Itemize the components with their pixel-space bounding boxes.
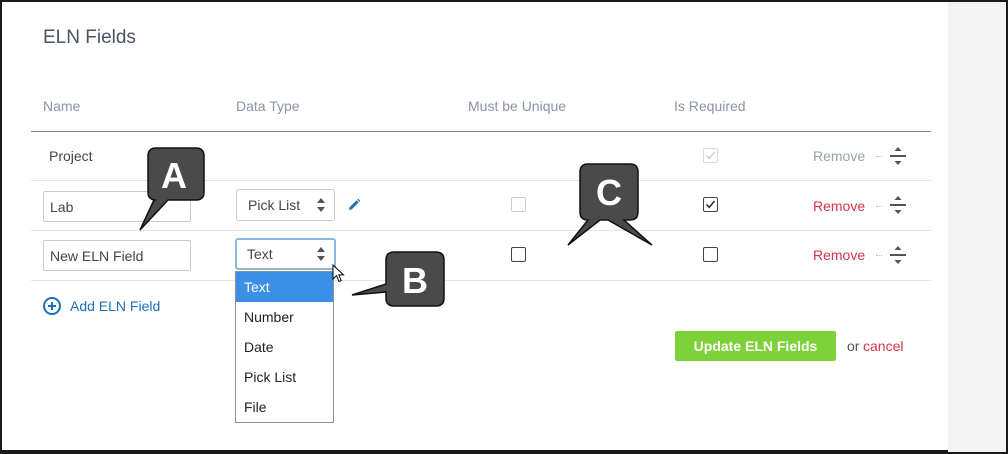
row-lab-data-type-select[interactable]: Pick List <box>236 189 335 221</box>
checkmark-icon <box>705 200 716 209</box>
drag-handle-icon[interactable] <box>890 245 906 265</box>
checkmark-icon <box>705 151 716 160</box>
column-header-name: Name <box>43 98 81 114</box>
dropdown-option-text[interactable]: Text <box>236 272 333 302</box>
plus-circle-icon <box>43 297 61 315</box>
column-header-must-be-unique: Must be Unique <box>468 98 567 114</box>
page-margin <box>948 2 1006 452</box>
header-divider <box>31 131 931 132</box>
pencil-icon[interactable] <box>347 198 361 212</box>
dropdown-option-date[interactable]: Date <box>236 332 333 362</box>
row-divider <box>31 230 931 231</box>
or-text: or <box>847 338 860 354</box>
separator-dots <box>876 156 882 157</box>
row-project-name: Project <box>49 148 93 164</box>
row-new-field-name-input[interactable] <box>43 240 191 271</box>
add-eln-field-link[interactable]: Add ELN Field <box>43 296 160 316</box>
column-header-data-type: Data Type <box>236 98 300 114</box>
row-project-remove-link: Remove <box>813 148 866 164</box>
drag-handle-icon[interactable] <box>890 146 906 166</box>
row-lab-data-type-value: Pick List <box>248 197 301 213</box>
row-new-field-data-type-value: Text <box>247 246 273 262</box>
page-title: ELN Fields <box>43 27 136 48</box>
row-new-field-remove-link[interactable]: Remove <box>813 247 865 263</box>
row-project-required-checkbox <box>703 148 718 163</box>
row-lab-unique-checkbox[interactable] <box>511 197 526 212</box>
select-arrows-icon <box>317 247 326 261</box>
callout-b-bubble <box>351 251 445 307</box>
mouse-cursor-icon <box>332 264 345 283</box>
row-new-field-required-checkbox[interactable] <box>703 247 718 262</box>
dropdown-option-number[interactable]: Number <box>236 302 333 332</box>
row-lab-remove-link[interactable]: Remove <box>813 198 865 214</box>
add-eln-field-label: Add ELN Field <box>70 298 161 314</box>
column-header-is-required: Is Required <box>674 98 746 114</box>
select-arrows-icon <box>317 198 326 212</box>
callout-c-label: C <box>596 172 622 213</box>
update-eln-fields-button[interactable]: Update ELN Fields <box>675 331 836 361</box>
annotation-callouts <box>139 147 653 307</box>
dropdown-option-pick-list[interactable]: Pick List <box>236 362 333 392</box>
row-divider <box>31 280 931 281</box>
row-new-field-unique-checkbox[interactable] <box>511 247 526 262</box>
row-lab-required-checkbox[interactable] <box>703 197 718 212</box>
row-new-field-data-type-select[interactable]: Text <box>235 238 336 270</box>
eln-fields-panel: ELN Fields Name Data Type Must be Unique… <box>0 0 1008 454</box>
drag-handle-icon[interactable] <box>890 195 906 215</box>
callout-a-label: A <box>161 155 187 196</box>
data-type-dropdown-list[interactable]: Text Number Date Pick List File <box>235 271 334 423</box>
separator-dots <box>876 206 882 207</box>
separator-dots <box>876 255 882 256</box>
cancel-link[interactable]: cancel <box>863 338 903 354</box>
callout-b-label: B <box>402 260 428 301</box>
dropdown-option-file[interactable]: File <box>236 392 333 422</box>
